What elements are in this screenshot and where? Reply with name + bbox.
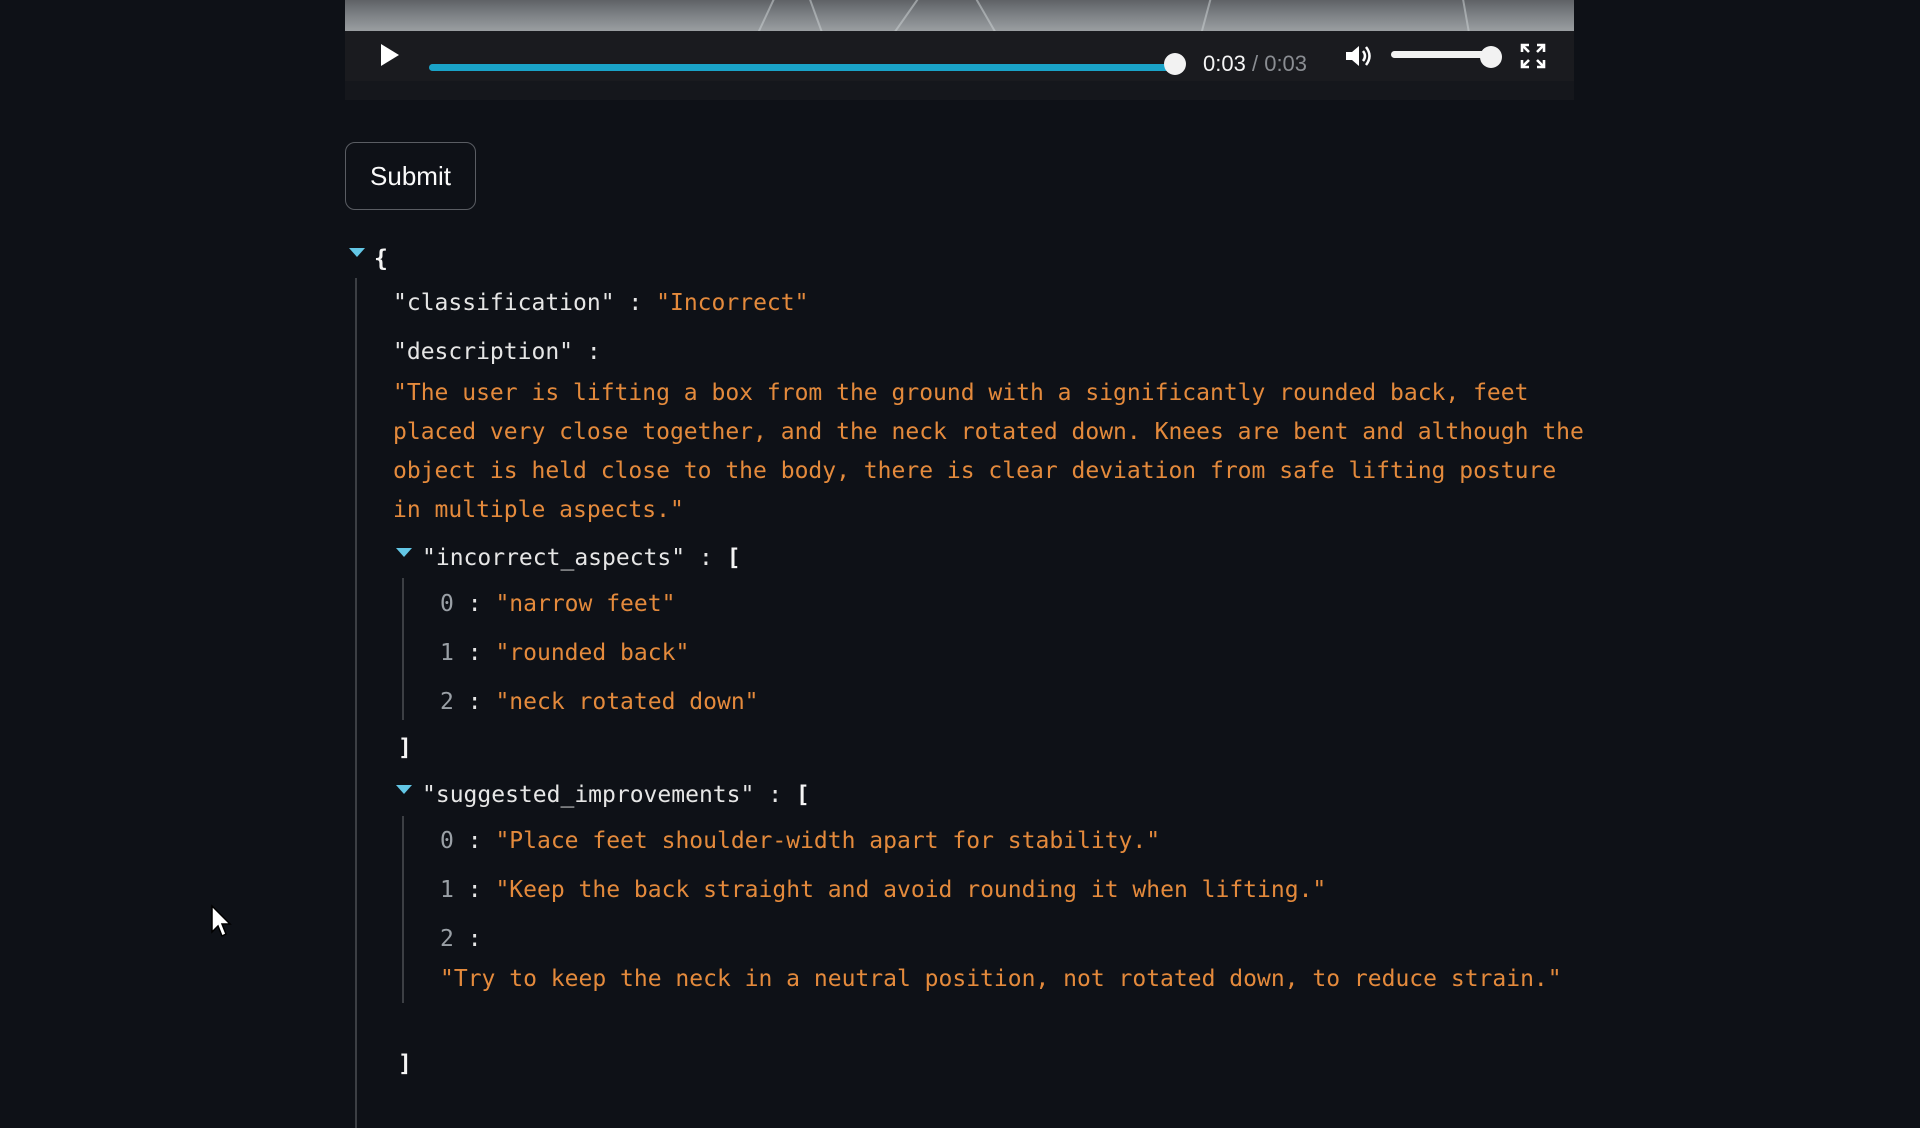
list-item: 0 : "Place feet shoulder-width apart for… [440, 828, 1161, 854]
incorrect-aspects-close-bracket: ] [398, 735, 412, 761]
video-frame[interactable] [345, 0, 1574, 31]
list-item-value: "Try to keep the neck in a neutral posit… [440, 966, 1562, 992]
incorrect-aspects-row: "incorrect_aspects" : [ [422, 545, 741, 571]
classification-key: "classification" [393, 290, 615, 316]
list-item: 2 : "neck rotated down" [440, 689, 759, 715]
time-separator: / [1251, 51, 1259, 76]
progress-handle[interactable] [1164, 53, 1186, 75]
suggested-improvements-close-bracket: ] [398, 1051, 412, 1077]
root-indent-guide [355, 278, 357, 1128]
time-display: 0:03 / 0:03 [1203, 51, 1307, 77]
progress-fill [429, 64, 1175, 71]
progress-bar[interactable] [429, 64, 1175, 71]
incorrect-aspects-indent-guide [402, 578, 404, 720]
list-item: 0 : "narrow feet" [440, 591, 676, 617]
volume-slider[interactable] [1391, 51, 1491, 58]
duration: 0:03 [1264, 51, 1308, 76]
submit-button[interactable]: Submit [345, 142, 476, 210]
mouse-cursor-icon [211, 904, 232, 938]
video-controls: 0:03 / 0:03 [345, 31, 1574, 81]
description-row: "description" : [393, 339, 601, 365]
description-key: "description" [393, 339, 574, 365]
incorrect-aspects-key: "incorrect_aspects" [422, 545, 686, 571]
volume-button[interactable] [1342, 40, 1374, 72]
volume-handle[interactable] [1480, 46, 1502, 68]
video-player: 0:03 / 0:03 [345, 0, 1574, 100]
volume-fill [1391, 51, 1491, 58]
play-button[interactable] [375, 41, 403, 69]
list-item: 1 : "rounded back" [440, 640, 690, 666]
volume-icon [1346, 46, 1371, 66]
suggested-improvements-key: "suggested_improvements" [422, 782, 755, 808]
suggested-improvements-indent-guide [402, 816, 404, 1003]
current-time: 0:03 [1203, 51, 1246, 76]
collapse-toggle-incorrect-aspects[interactable] [396, 548, 412, 557]
list-item: 2 : [440, 926, 482, 952]
list-item: 1 : "Keep the back straight and avoid ro… [440, 877, 1327, 903]
collapse-toggle-root[interactable] [349, 248, 365, 257]
fullscreen-icon [1520, 43, 1546, 69]
fullscreen-button[interactable] [1519, 42, 1547, 70]
classification-value: "Incorrect" [656, 290, 809, 316]
play-icon [381, 44, 399, 66]
collapse-toggle-suggested-improvements[interactable] [396, 785, 412, 794]
classification-row: "classification" : "Incorrect" [393, 290, 809, 316]
root-open-brace: { [374, 246, 388, 272]
suggested-improvements-row: "suggested_improvements" : [ [422, 782, 810, 808]
description-value: "The user is lifting a box from the grou… [393, 380, 1584, 523]
